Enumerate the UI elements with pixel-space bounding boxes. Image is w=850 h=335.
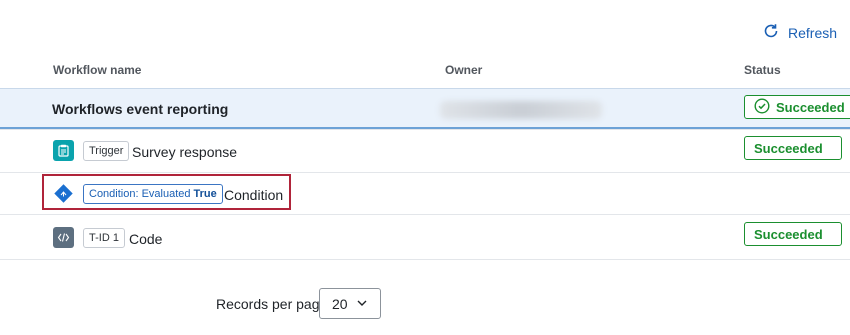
refresh-label: Refresh bbox=[788, 24, 838, 41]
clipboard-icon bbox=[53, 140, 74, 161]
column-header-status[interactable]: Status bbox=[744, 63, 781, 77]
refresh-button[interactable]: Refresh bbox=[762, 22, 837, 43]
node-label: Survey response bbox=[132, 144, 238, 160]
table-header: Workflow name Owner Status bbox=[0, 56, 850, 88]
column-header-workflow-name[interactable]: Workflow name bbox=[53, 63, 141, 77]
refresh-icon bbox=[762, 22, 780, 43]
status-text: Succeeded bbox=[754, 140, 823, 156]
column-header-owner[interactable]: Owner bbox=[445, 63, 482, 77]
check-circle-icon bbox=[754, 97, 770, 117]
table-row-selected[interactable]: Workflows event reporting Succeeded bbox=[0, 88, 850, 129]
owner-redacted bbox=[440, 101, 602, 119]
table-row[interactable]: T-ID 1 Code Succeeded bbox=[0, 214, 850, 260]
status-text: Succeeded bbox=[754, 226, 823, 242]
highlight-box bbox=[42, 174, 291, 210]
task-id-tag: T-ID 1 bbox=[83, 228, 125, 248]
table-row[interactable]: Trigger Survey response Succeeded bbox=[0, 129, 850, 172]
trigger-tag: Trigger bbox=[83, 141, 130, 161]
node-label: Code bbox=[129, 231, 163, 247]
status-badge: Succeeded bbox=[744, 222, 842, 246]
records-per-page-select[interactable]: 20 bbox=[319, 288, 381, 319]
chevron-down-icon bbox=[356, 296, 368, 312]
status-badge: Succeeded bbox=[744, 136, 842, 160]
status-badge: Succeeded bbox=[744, 95, 850, 119]
records-per-page-label: Records per page bbox=[216, 296, 328, 312]
per-page-value: 20 bbox=[332, 295, 348, 312]
status-text: Succeeded bbox=[776, 99, 845, 115]
code-icon bbox=[53, 227, 74, 248]
workflow-name: Workflows event reporting bbox=[52, 101, 229, 117]
